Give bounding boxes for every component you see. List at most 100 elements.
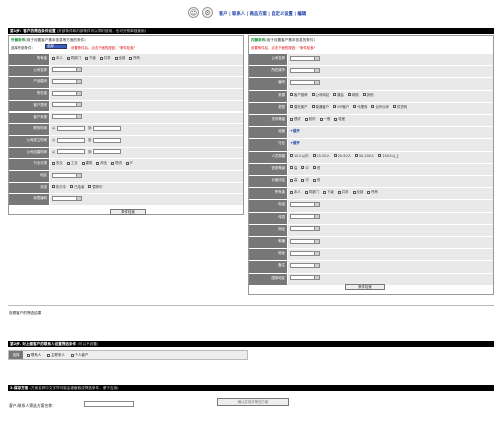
checkbox[interactable]: [337, 190, 341, 194]
checkbox-label: 高: [294, 178, 298, 182]
condition-row: 所有者 本人 同部门 下级 共享 全部 所有: [9, 54, 243, 66]
checkbox[interactable]: [301, 166, 305, 170]
user-icon[interactable]: ☺: [188, 7, 199, 18]
condition-value: [288, 66, 493, 78]
condition-select[interactable]: [52, 79, 82, 85]
checkbox[interactable]: [393, 105, 397, 109]
condition-label: 公司名称: [9, 65, 49, 77]
checkbox[interactable]: [290, 105, 293, 109]
condition-label: 标签编码: [9, 194, 49, 206]
condition-select[interactable]: [290, 214, 320, 220]
checkbox[interactable]: [129, 56, 133, 60]
condition-value: [288, 212, 493, 224]
checkbox[interactable]: [47, 353, 51, 357]
checkbox[interactable]: [319, 117, 323, 121]
condition-options: 高中低: [290, 176, 324, 185]
checkbox[interactable]: [367, 190, 371, 194]
checkbox[interactable]: [378, 154, 382, 158]
scheme-name-input[interactable]: [84, 401, 134, 407]
checkbox[interactable]: [322, 190, 326, 194]
condition-select[interactable]: [52, 196, 82, 202]
condition-value: [288, 237, 493, 249]
checkbox[interactable]: [371, 105, 375, 109]
range-from-input[interactable]: [57, 125, 85, 131]
range-to-input[interactable]: [93, 149, 121, 155]
checkbox[interactable]: [88, 185, 92, 189]
right-search-button[interactable]: 条件检索: [345, 284, 385, 290]
left-search-button[interactable]: 条件检索: [110, 209, 146, 215]
condition-select[interactable]: [290, 238, 320, 244]
condition-value: 很好 较好 一般 较差: [288, 115, 493, 127]
checkbox[interactable]: [27, 353, 30, 357]
condition-select[interactable]: [290, 275, 320, 281]
checkbox[interactable]: [312, 154, 316, 158]
checkbox[interactable]: [66, 56, 70, 60]
checkbox[interactable]: [362, 93, 366, 97]
checkbox[interactable]: [290, 117, 293, 121]
checkbox[interactable]: [352, 190, 356, 194]
checkbox[interactable]: [125, 161, 129, 165]
checkbox[interactable]: [111, 161, 115, 165]
settings-icon[interactable]: ⚙: [202, 7, 213, 18]
checkbox[interactable]: [312, 166, 316, 170]
checkbox[interactable]: [333, 105, 337, 109]
condition-options: 执行中 已结束 暂停中: [52, 183, 107, 192]
checkbox[interactable]: [333, 154, 337, 158]
condition-select[interactable]: [290, 80, 320, 86]
range-to-input[interactable]: [93, 137, 121, 143]
range-to-input[interactable]: [93, 125, 121, 131]
checkbox[interactable]: [353, 105, 357, 109]
condition-select[interactable]: [290, 263, 320, 269]
checkbox[interactable]: [311, 93, 315, 97]
condition-select[interactable]: [290, 67, 320, 73]
view-result-link[interactable]: 查看客户的筛选结果: [9, 311, 41, 316]
save-scheme-button[interactable]: 确认并保存筛选方案: [217, 398, 289, 406]
checkbox[interactable]: [290, 166, 293, 170]
contact-filter-label: 选择: [9, 351, 23, 359]
checkbox[interactable]: [304, 117, 308, 121]
condition-select[interactable]: [52, 114, 82, 120]
checkbox[interactable]: [304, 190, 308, 194]
checkbox[interactable]: [290, 93, 293, 97]
checkbox[interactable]: [290, 190, 293, 194]
condition-label: 公司成立时间: [9, 135, 49, 147]
checkbox[interactable]: [84, 56, 88, 60]
checkbox[interactable]: [290, 154, 293, 158]
checkbox[interactable]: [99, 56, 103, 60]
checkbox[interactable]: [52, 185, 55, 189]
checkbox[interactable]: [52, 56, 55, 60]
checkbox[interactable]: [347, 93, 351, 97]
checkbox[interactable]: [301, 178, 305, 182]
checkbox-label: 执行中: [56, 184, 67, 189]
condition-select[interactable]: [52, 67, 82, 73]
condition-value: 执行中 已结束 暂停中: [50, 182, 243, 194]
expand-link[interactable]: +展开: [290, 139, 300, 148]
checkbox[interactable]: [355, 154, 358, 158]
checkbox[interactable]: [114, 56, 118, 60]
checkbox[interactable]: [334, 117, 338, 121]
checkbox-label: 200人以上: [382, 153, 400, 158]
checkbox[interactable]: [66, 161, 70, 165]
range-from-input[interactable]: [57, 149, 85, 155]
condition-select[interactable]: [290, 202, 320, 208]
range-from-input[interactable]: [57, 137, 85, 143]
external-condition-select[interactable]: 全部: [45, 44, 67, 49]
checkbox[interactable]: [96, 161, 100, 165]
checkbox[interactable]: [70, 185, 74, 189]
condition-select[interactable]: [290, 55, 320, 61]
condition-select[interactable]: [290, 226, 320, 232]
condition-select[interactable]: [290, 250, 320, 256]
checkbox[interactable]: [311, 105, 315, 109]
checkbox[interactable]: [70, 353, 74, 357]
condition-select[interactable]: [52, 172, 82, 178]
condition-select[interactable]: [52, 102, 82, 108]
checkbox[interactable]: [81, 161, 85, 165]
checkbox[interactable]: [312, 178, 316, 182]
checkbox[interactable]: [52, 161, 55, 165]
checkbox[interactable]: [333, 93, 337, 97]
top-nav-links[interactable]: 客户 | 联系人 | 商品方案 | 自定义设置 | 编辑: [219, 11, 306, 17]
checkbox[interactable]: [290, 178, 293, 182]
expand-link[interactable]: +展开: [290, 127, 300, 136]
condition-select[interactable]: [52, 90, 82, 96]
condition-value: [50, 171, 243, 182]
